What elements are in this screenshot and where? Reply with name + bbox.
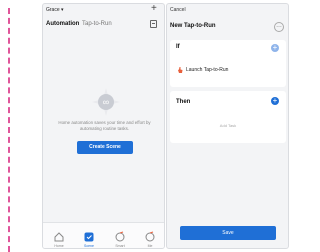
tab-tap-to-run[interactable]: Tap-to-Run [82, 21, 112, 27]
nav-item-home[interactable]: Home [44, 225, 74, 248]
add-condition-button[interactable]: + [271, 44, 279, 52]
page-title: New Tap-to-Run [170, 23, 216, 29]
add-task-placeholder[interactable]: Add Task [176, 123, 280, 128]
create-scene-button[interactable]: Create Scene [77, 141, 133, 154]
new-tap-to-run-screen: Cancel New Tap-to-Run … If + Launch Tap-… [166, 3, 289, 249]
automation-screen: Grace ▾ + Automation Tap-to-Run ∞ Home a… [42, 3, 165, 249]
empty-state-message: Home automation saves your time and effo… [58, 120, 151, 131]
if-section-card: If + Launch Tap-to-Run [170, 40, 286, 87]
nav-label-smart: Smart [115, 244, 125, 248]
smart-icon [115, 231, 125, 242]
me-icon [145, 231, 155, 242]
save-button[interactable]: Save [180, 226, 276, 240]
nav-label-scene: Scene [84, 244, 94, 248]
nav-item-scene[interactable]: Scene [74, 225, 104, 248]
home-icon [54, 232, 64, 242]
add-task-button[interactable]: + [271, 97, 279, 105]
more-options-button[interactable]: … [274, 22, 284, 32]
cancel-button[interactable]: Cancel [170, 7, 186, 13]
nav-label-home: Home [54, 244, 64, 248]
then-section-card: Then + Add Task [170, 91, 286, 143]
dashed-marker [8, 8, 10, 252]
tab-automation[interactable]: Automation [46, 21, 79, 27]
log-icon[interactable] [150, 20, 157, 28]
if-label: If [176, 44, 180, 50]
condition-label: Launch Tap-to-Run [186, 67, 229, 73]
then-label: Then [176, 99, 191, 105]
empty-state-illustration: ∞ [92, 88, 120, 116]
nav-item-smart[interactable]: Smart [105, 225, 135, 248]
home-selector[interactable]: Grace ▾ [46, 7, 64, 13]
nav-label-me: Me [147, 244, 153, 248]
add-button[interactable]: + [151, 4, 157, 14]
infinity-icon: ∞ [103, 97, 109, 107]
scene-icon [84, 232, 94, 242]
hand-tap-icon [178, 67, 183, 73]
bottom-navigation: Home Scene Smart Me [43, 222, 164, 248]
nav-item-me[interactable]: Me [135, 225, 164, 248]
